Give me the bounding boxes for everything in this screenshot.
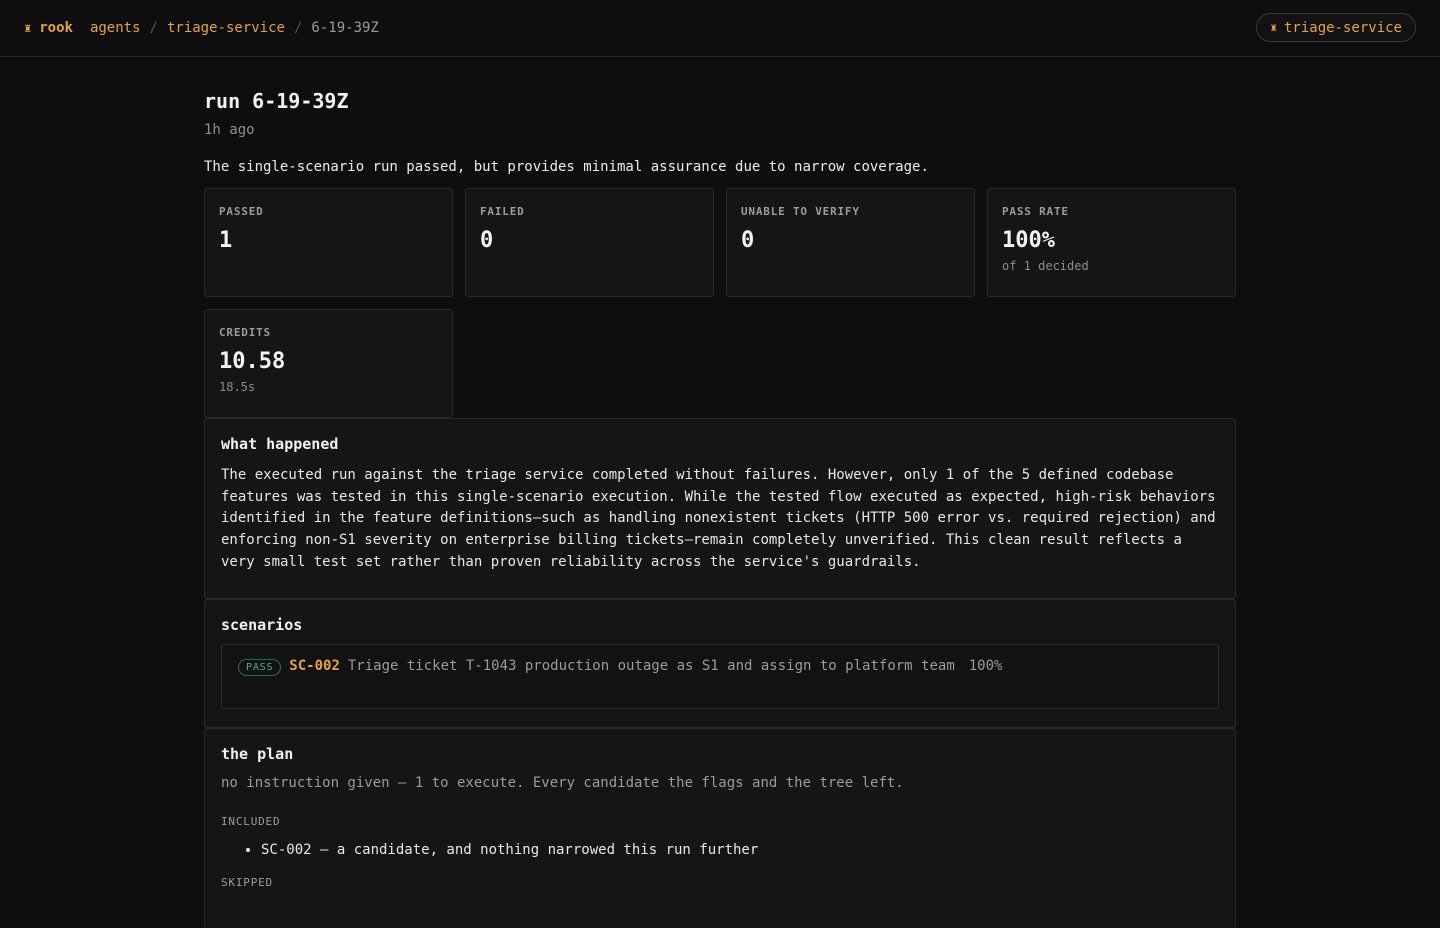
stat-failed: FAILED 0	[465, 188, 714, 297]
stat-value: 10.58	[219, 349, 286, 374]
scenario-id-link[interactable]: SC-002	[289, 658, 340, 674]
status-badge: PASS	[238, 659, 282, 676]
plan-card: the plan no instruction given — 1 to exe…	[204, 728, 1236, 928]
stat-value: 0	[480, 228, 494, 253]
agent-pill-button[interactable]: ♜ triage-service	[1256, 13, 1416, 42]
what-happened-heading: what happened	[221, 435, 339, 453]
brand-link[interactable]: ♜ rook	[24, 20, 73, 36]
scenarios-heading: scenarios	[221, 616, 303, 634]
page-title: run 6-19-39Z	[204, 89, 349, 113]
agent-pill-label: triage-service	[1283, 19, 1402, 36]
skipped-label: SKIPPED	[221, 876, 273, 889]
stat-value: 1	[219, 228, 233, 253]
stat-pass-rate: PASS RATE 100% of 1 decided	[987, 188, 1236, 297]
top-nav: ♜ rook agents / triage-service / 6-19-39…	[0, 0, 1440, 57]
stat-label: UNABLE TO VERIFY	[741, 205, 860, 218]
stat-sub: 18.5s	[219, 380, 256, 394]
stat-label: PASSED	[219, 205, 264, 218]
rook-icon: ♜	[24, 21, 32, 35]
run-age: 1h ago	[204, 122, 255, 138]
list-item: SC-002 — a candidate, and nothing narrow…	[261, 842, 1219, 858]
stat-passed: PASSED 1	[204, 188, 453, 297]
breadcrumb-triage-service[interactable]: triage-service	[167, 20, 285, 36]
rook-icon: ♜	[1270, 21, 1277, 34]
stat-label: CREDITS	[219, 326, 271, 339]
brand-label: rook	[39, 20, 73, 36]
run-detail: run 6-19-39Z 1h ago The single-scenario …	[204, 57, 1236, 928]
scenario-title: Triage ticket T-1043 production outage a…	[347, 658, 955, 674]
included-label: INCLUDED	[221, 815, 281, 828]
stat-value: 100%	[1002, 228, 1055, 253]
plan-heading: the plan	[221, 745, 294, 763]
plan-description: no instruction given — 1 to execute. Eve…	[221, 775, 904, 791]
stat-label: PASS RATE	[1002, 205, 1069, 218]
stat-sub: of 1 decided	[1002, 259, 1089, 273]
scenario-score: 100%	[968, 658, 1003, 674]
breadcrumb-separator: /	[293, 20, 303, 36]
breadcrumb-separator: /	[149, 20, 158, 36]
included-list: SC-002 — a candidate, and nothing narrow…	[221, 842, 1219, 858]
scenario-row[interactable]: PASS SC-002 Triage ticket T-1043 product…	[221, 644, 1219, 709]
stat-credits: CREDITS 10.58 18.5s	[204, 309, 453, 418]
stats-grid: PASSED 1 FAILED 0 UNABLE TO VERIFY 0 PAS…	[204, 188, 1236, 418]
stat-label: FAILED	[480, 205, 525, 218]
breadcrumb-agents[interactable]: agents	[90, 20, 141, 36]
stat-value: 0	[741, 228, 755, 253]
stat-unable-to-verify: UNABLE TO VERIFY 0	[726, 188, 975, 297]
breadcrumb-current: 6-19-39Z	[311, 20, 379, 36]
scenarios-card: scenarios PASS SC-002 Triage ticket T-10…	[204, 599, 1236, 728]
what-happened-card: what happened The executed run against t…	[204, 418, 1236, 599]
breadcrumb: ♜ rook agents / triage-service / 6-19-39…	[24, 20, 379, 36]
what-happened-body: The executed run against the triage serv…	[221, 467, 1216, 570]
run-summary: The single-scenario run passed, but prov…	[204, 159, 929, 175]
